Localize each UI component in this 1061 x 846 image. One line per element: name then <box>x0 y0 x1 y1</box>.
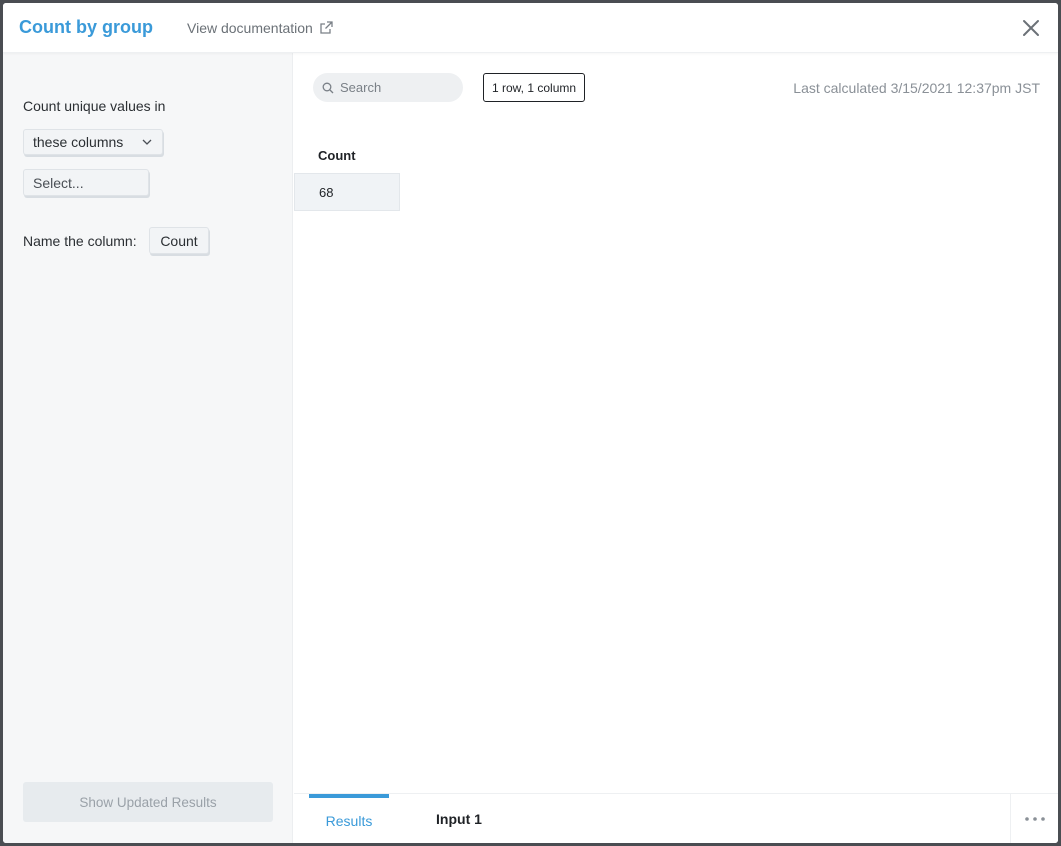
column-name-input[interactable]: Count <box>149 227 209 254</box>
search-input[interactable] <box>340 80 450 95</box>
mode-select[interactable]: these columns <box>23 129 163 155</box>
columns-select-placeholder: Select... <box>33 174 84 191</box>
close-icon[interactable] <box>1020 17 1042 39</box>
modal-header: Count by group View documentation <box>3 3 1058 53</box>
tab-input-1[interactable]: Input 1 <box>419 794 499 843</box>
count-by-group-modal: Count by group View documentation Count … <box>3 3 1058 843</box>
count-unique-label: Count unique values in <box>23 98 166 114</box>
more-options-button[interactable] <box>1010 794 1058 843</box>
dimensions-badge: 1 row, 1 column <box>483 73 586 102</box>
search-box[interactable] <box>313 73 463 102</box>
search-icon <box>322 82 334 93</box>
more-icon <box>1024 817 1045 821</box>
name-column-label: Name the column: <box>23 233 137 249</box>
doc-link-label: View documentation <box>187 20 313 36</box>
view-documentation-link[interactable]: View documentation <box>187 20 333 36</box>
table-cell[interactable]: 68 <box>294 173 400 211</box>
results-footer-tabs: Results Input 1 <box>294 793 1058 843</box>
column-header-count[interactable]: Count <box>318 148 356 163</box>
external-link-icon <box>320 21 333 34</box>
last-calculated-text: Last calculated 3/15/2021 12:37pm JST <box>793 80 1040 96</box>
chevron-down-icon <box>142 139 152 145</box>
results-panel: 1 row, 1 column Last calculated 3/15/202… <box>294 53 1058 793</box>
column-name-value: Count <box>160 232 198 249</box>
mode-select-value: these columns <box>33 134 124 150</box>
columns-select-input[interactable]: Select... <box>23 169 149 196</box>
show-updated-results-button[interactable]: Show Updated Results <box>23 782 273 822</box>
settings-sidebar: Count unique values in these columns Sel… <box>3 53 293 843</box>
modal-title: Count by group <box>19 17 153 37</box>
tab-results[interactable]: Results <box>309 794 389 843</box>
